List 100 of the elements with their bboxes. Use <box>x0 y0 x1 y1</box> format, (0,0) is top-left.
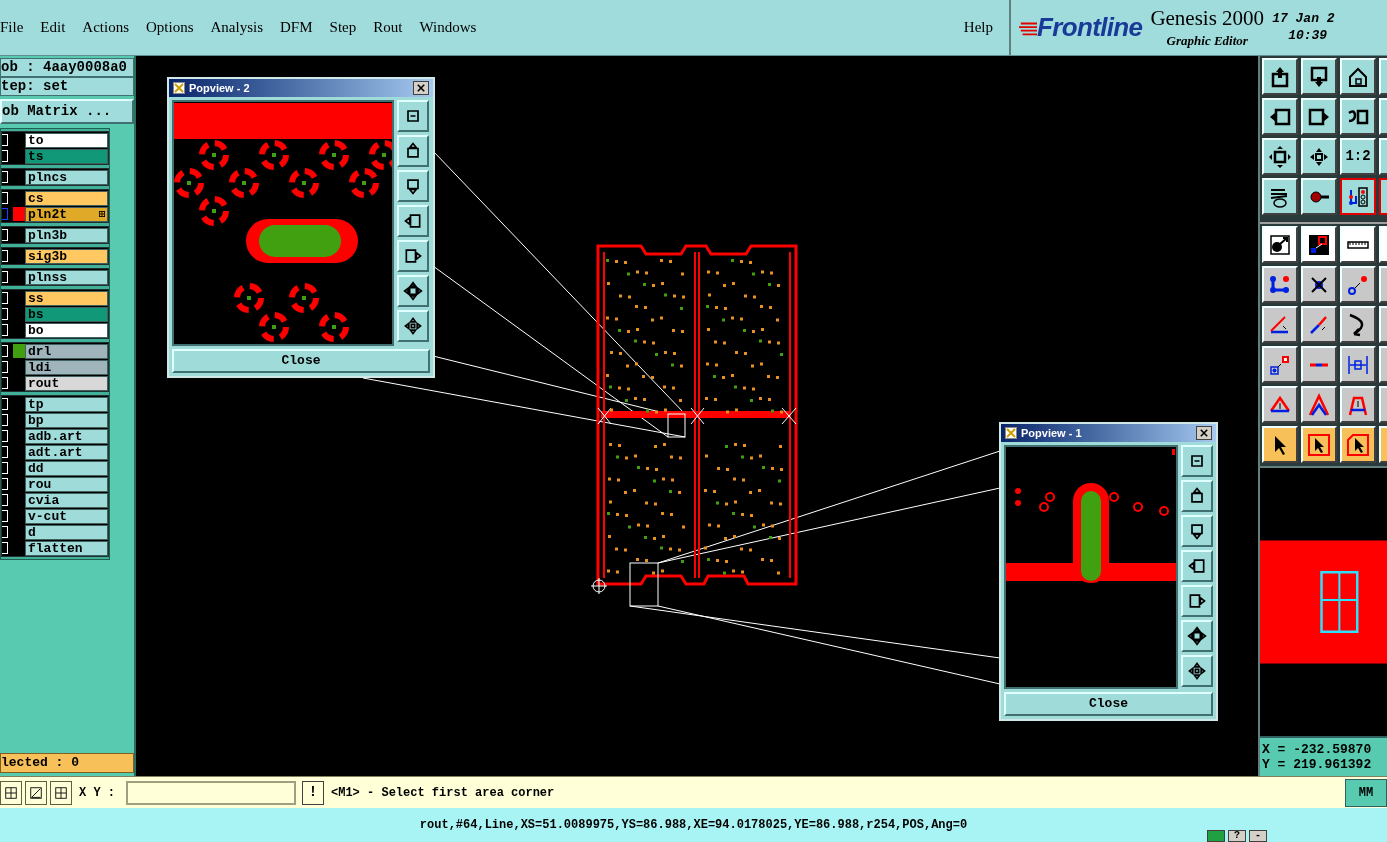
popview-tool-button[interactable] <box>397 170 429 202</box>
layer-name[interactable]: tp <box>25 396 108 412</box>
window-title: Popview - 2 <box>189 80 251 96</box>
popview-tool-button[interactable] <box>397 205 429 237</box>
date-text: 17 Jan 2 <box>1272 11 1335 28</box>
snap-button[interactable] <box>0 780 22 805</box>
layer-name[interactable]: adb.art <box>25 428 108 444</box>
close-icon <box>1200 429 1208 437</box>
job-label: ob : 4aay0008a0 <box>0 58 134 77</box>
popview-tool-button[interactable] <box>1181 550 1213 582</box>
step-label: tep: set <box>0 77 134 96</box>
layer-name[interactable]: drl <box>25 343 108 359</box>
popview-tool-button[interactable] <box>1181 445 1213 477</box>
close-icon <box>417 84 425 92</box>
alert-button[interactable]: ! <box>302 780 324 805</box>
layer-name[interactable]: rout <box>25 375 108 391</box>
y-coordinate: Y = 219.961392 <box>1262 757 1373 772</box>
popview-tool-button[interactable] <box>397 100 429 132</box>
view-tool-icon <box>403 281 423 301</box>
close-button[interactable] <box>413 81 429 95</box>
menu-item[interactable]: Analysis <box>210 16 264 39</box>
view-tool-icon <box>1187 661 1207 681</box>
view-tool-icon <box>403 316 423 336</box>
menu-item[interactable]: Options <box>146 16 194 39</box>
view-tool-icon <box>1187 556 1207 576</box>
layer-name[interactable]: plnss <box>25 269 108 285</box>
tool-icon <box>1346 184 1370 209</box>
layer-name[interactable]: adt.art <box>25 444 108 460</box>
selected-count: lected : 0 <box>0 753 134 773</box>
popview-tool-button[interactable] <box>397 275 429 307</box>
view-tool-icon <box>1187 591 1207 611</box>
tool-icon <box>1346 432 1370 457</box>
menu-item[interactable]: Actions <box>82 16 129 39</box>
popview-tool-button[interactable] <box>397 310 429 342</box>
product-name: Genesis 2000 <box>1150 4 1265 31</box>
layer-name[interactable]: cs <box>25 190 108 206</box>
product-subtitle: Graphic Editor <box>1166 31 1248 50</box>
layer-name[interactable]: cvia <box>25 492 108 508</box>
close-button[interactable]: Close <box>172 349 430 373</box>
grid-icon <box>4 785 18 800</box>
expand-icon <box>99 211 105 217</box>
layer-name[interactable]: ldi <box>25 359 108 375</box>
layer-name[interactable]: flatten <box>25 540 108 556</box>
layer-name[interactable]: bs <box>25 306 108 322</box>
tool-button[interactable]: 1:2 <box>1340 138 1376 175</box>
layer-name[interactable]: bo <box>25 322 108 338</box>
snap-button[interactable] <box>25 780 47 805</box>
popview-tool-button[interactable] <box>1181 655 1213 687</box>
layer-name[interactable]: d <box>25 524 108 540</box>
view-tool-icon <box>403 211 423 231</box>
menu-item[interactable]: Step <box>329 16 357 39</box>
tray-button[interactable]: - <box>1249 830 1267 842</box>
popview-tool-button[interactable] <box>397 135 429 167</box>
layer-name[interactable]: plncs <box>25 169 108 185</box>
xy-input-field[interactable] <box>126 780 296 805</box>
popview-tool-button[interactable] <box>1181 620 1213 652</box>
x-coordinate: X = -232.59870 <box>1262 742 1373 757</box>
time-text: 10:39 <box>1287 27 1329 44</box>
layer-name[interactable]: to <box>25 132 108 148</box>
window-icon <box>173 82 185 94</box>
layer-checkbox[interactable] <box>2 208 8 220</box>
tool-button[interactable] <box>1340 178 1376 215</box>
view-tool-icon <box>1187 626 1207 646</box>
layer-name[interactable]: rou <box>25 476 108 492</box>
menu-item[interactable]: Help <box>963 16 993 39</box>
view-tool-icon <box>403 246 423 266</box>
layer-name[interactable]: v-cut <box>25 508 108 524</box>
tray-icon[interactable] <box>1207 830 1225 842</box>
tool-icon <box>1268 144 1292 169</box>
menu-item[interactable]: DFM <box>280 16 313 39</box>
tray-button[interactable]: ? <box>1228 830 1246 842</box>
menu-item[interactable]: Windows <box>419 16 477 39</box>
layer-name[interactable]: sig3b <box>25 248 108 264</box>
layer-name[interactable]: ts <box>25 148 108 164</box>
close-button[interactable]: Close <box>1004 692 1213 716</box>
popview-tool-button[interactable] <box>1181 585 1213 617</box>
menu-item[interactable]: Edit <box>40 16 66 39</box>
popview-tool-button[interactable] <box>1181 480 1213 512</box>
layer-name[interactable]: bp <box>25 412 108 428</box>
tool-icon <box>1346 240 1370 249</box>
units-button[interactable]: MM <box>1345 778 1387 807</box>
layer-name[interactable]: dd <box>25 460 108 476</box>
popview-tool-button[interactable] <box>397 240 429 272</box>
window-icon <box>1005 427 1017 439</box>
logo-text: Frontline <box>1037 11 1143 44</box>
layer-name[interactable]: pln2t <box>25 206 108 222</box>
menu-item[interactable]: File <box>0 16 24 39</box>
close-button[interactable] <box>1196 426 1212 440</box>
snap-button[interactable] <box>50 780 72 805</box>
status-text: rout,#64,Line,XS=51.0089975,YS=86.988,XE=94.0178025,YE=86.988,r254,POS,Ang=0 <box>419 817 968 834</box>
menu-item[interactable]: Rout <box>373 16 403 39</box>
tool-icon <box>1268 232 1292 257</box>
layer-name[interactable]: ss <box>25 290 108 306</box>
prompt-message: <M1> - Select first area corner <box>331 784 556 802</box>
job-matrix-button[interactable]: ob Matrix ... <box>0 99 134 124</box>
popview-tool-button[interactable] <box>1181 515 1213 547</box>
layer-name[interactable]: pln3b <box>25 227 108 243</box>
grid-icon <box>29 785 43 800</box>
xy-label: X Y : <box>79 784 115 802</box>
tool-icon <box>1307 232 1331 257</box>
